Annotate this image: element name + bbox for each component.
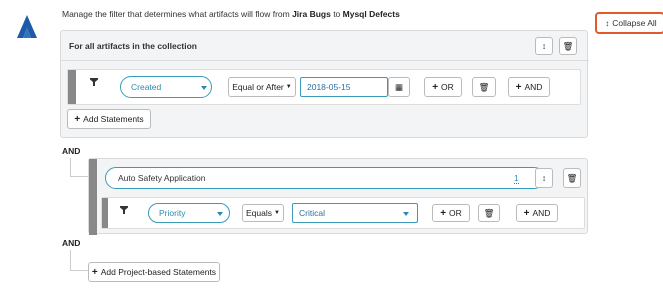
field-value: Priority xyxy=(159,208,186,218)
and-button[interactable]: + AND xyxy=(508,77,550,97)
plus-icon: + xyxy=(515,81,522,93)
project-select[interactable]: Auto Safety Application 1 xyxy=(105,167,545,189)
or-label: OR xyxy=(449,208,462,218)
statement-row: Created Equal or After ▼ 2018-05-15 ▦ + O… xyxy=(67,69,581,105)
chevron-down-icon xyxy=(403,212,409,216)
caret-down-icon: ▼ xyxy=(274,210,280,216)
operator-value: Equals xyxy=(246,208,273,218)
delete-block-button[interactable]: 🗑 xyxy=(559,37,577,55)
delete-statement-button[interactable]: 🗑 xyxy=(472,77,496,97)
description-prefix: Manage the filter that determines what a… xyxy=(62,9,293,19)
field-value: Created xyxy=(131,82,162,92)
operator-dropdown[interactable]: Equals ▼ xyxy=(242,204,284,222)
chevron-down-icon xyxy=(201,86,207,90)
plus-icon: + xyxy=(432,81,439,93)
project-name: Auto Safety Application xyxy=(118,173,206,183)
add-project-statements-button[interactable]: + Add Project-based Statements xyxy=(88,262,220,282)
collection-title: For all artifacts in the collection xyxy=(69,41,197,51)
add-project-label: Add Project-based Statements xyxy=(100,267,217,277)
and-button[interactable]: + AND xyxy=(516,204,558,222)
filter-icon xyxy=(120,206,128,214)
plus-icon: + xyxy=(440,207,447,219)
value-text: Critical xyxy=(299,208,325,218)
collection-block: For all artifacts in the collection ↕ 🗑 … xyxy=(60,30,589,138)
plus-icon: + xyxy=(91,266,98,278)
delete-block-button[interactable]: 🗑 xyxy=(563,168,581,188)
filter-icon xyxy=(90,78,98,86)
collapse-all-label: Collapse All xyxy=(612,18,657,28)
trash-icon: 🗑 xyxy=(483,207,495,218)
collapse-block-button[interactable]: ↕ xyxy=(535,37,553,55)
delete-statement-button[interactable]: 🗑 xyxy=(478,204,500,222)
and-label: AND xyxy=(524,82,543,92)
operator-value: Equal or After xyxy=(232,82,284,92)
and-label: AND xyxy=(532,208,551,218)
collapse-block-button[interactable]: ↕ xyxy=(535,168,553,188)
chevron-down-icon xyxy=(217,212,223,216)
source-name: Jira Bugs xyxy=(292,9,331,19)
plus-icon: + xyxy=(74,113,81,125)
target-name: Mysql Defects xyxy=(342,9,400,19)
statement-row: Priority Equals ▼ Critical + OR 🗑 + AND xyxy=(101,197,585,229)
and-connector: AND xyxy=(62,146,81,156)
trash-icon: 🗑 xyxy=(562,40,574,51)
updown-arrows-icon: ↕ xyxy=(605,18,610,28)
trash-icon: 🗑 xyxy=(566,172,578,183)
caret-down-icon: ▼ xyxy=(285,84,292,90)
atlassian-logo-icon xyxy=(16,14,38,40)
date-input[interactable]: 2018-05-15 xyxy=(300,77,388,97)
or-label: OR xyxy=(441,82,454,92)
description-mid: to xyxy=(330,9,343,19)
value-select[interactable]: Critical xyxy=(292,203,418,223)
plus-icon: + xyxy=(523,207,530,219)
and-connector: AND xyxy=(62,238,81,248)
updown-arrows-icon: ↕ xyxy=(541,41,547,51)
updown-arrows-icon: ↕ xyxy=(541,173,547,183)
or-button[interactable]: + OR xyxy=(424,77,462,97)
operator-dropdown[interactable]: Equal or After ▼ xyxy=(228,77,296,97)
filter-description: Manage the filter that determines what a… xyxy=(62,9,400,19)
field-select[interactable]: Priority xyxy=(148,203,230,223)
add-statements-label: Add Statements xyxy=(83,114,144,124)
collapse-all-button[interactable]: ↕ Collapse All xyxy=(595,12,663,34)
project-count-badge[interactable]: 1 xyxy=(514,173,519,184)
calendar-icon: ▦ xyxy=(394,81,404,92)
field-select[interactable]: Created xyxy=(120,76,212,98)
trash-icon: 🗑 xyxy=(478,81,490,92)
add-statements-button[interactable]: + Add Statements xyxy=(67,109,151,129)
calendar-button[interactable]: ▦ xyxy=(388,77,410,97)
project-block: Auto Safety Application 1 ↕ 🗑 Priority E… xyxy=(88,158,588,235)
date-value: 2018-05-15 xyxy=(307,82,351,92)
or-button[interactable]: + OR xyxy=(432,204,470,222)
